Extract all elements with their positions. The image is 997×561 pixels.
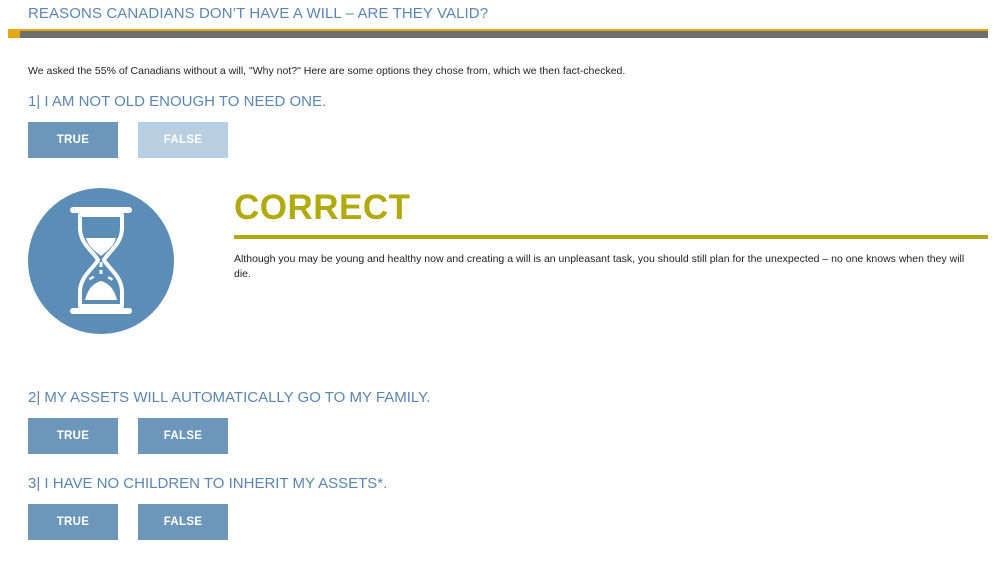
question-1: 1| I AM NOT OLD ENOUGH TO NEED ONE.	[28, 93, 327, 110]
result-divider	[234, 235, 988, 239]
question-1-false-button[interactable]: FALSE	[138, 122, 228, 158]
hourglass-icon	[28, 188, 174, 334]
question-2-false-button[interactable]: FALSE	[138, 418, 228, 454]
question-2: 2| MY ASSETS WILL AUTOMATICALLY GO TO MY…	[28, 389, 431, 406]
question-3: 3| I HAVE NO CHILDREN TO INHERIT MY ASSE…	[28, 475, 388, 492]
header-rule-accent	[8, 31, 20, 38]
intro-text: We asked the 55% of Canadians without a …	[28, 65, 626, 77]
result-explanation: Although you may be young and healthy no…	[234, 253, 965, 280]
header-rule-gray	[20, 31, 988, 38]
question-2-true-button[interactable]: TRUE	[28, 418, 118, 454]
result-heading: CORRECT	[234, 188, 411, 227]
question-3-true-button[interactable]: TRUE	[28, 504, 118, 540]
question-1-true-button[interactable]: TRUE	[28, 122, 118, 158]
page-title: REASONS CANADIANS DON’T HAVE A WILL – AR…	[28, 5, 489, 22]
question-3-false-button[interactable]: FALSE	[138, 504, 228, 540]
